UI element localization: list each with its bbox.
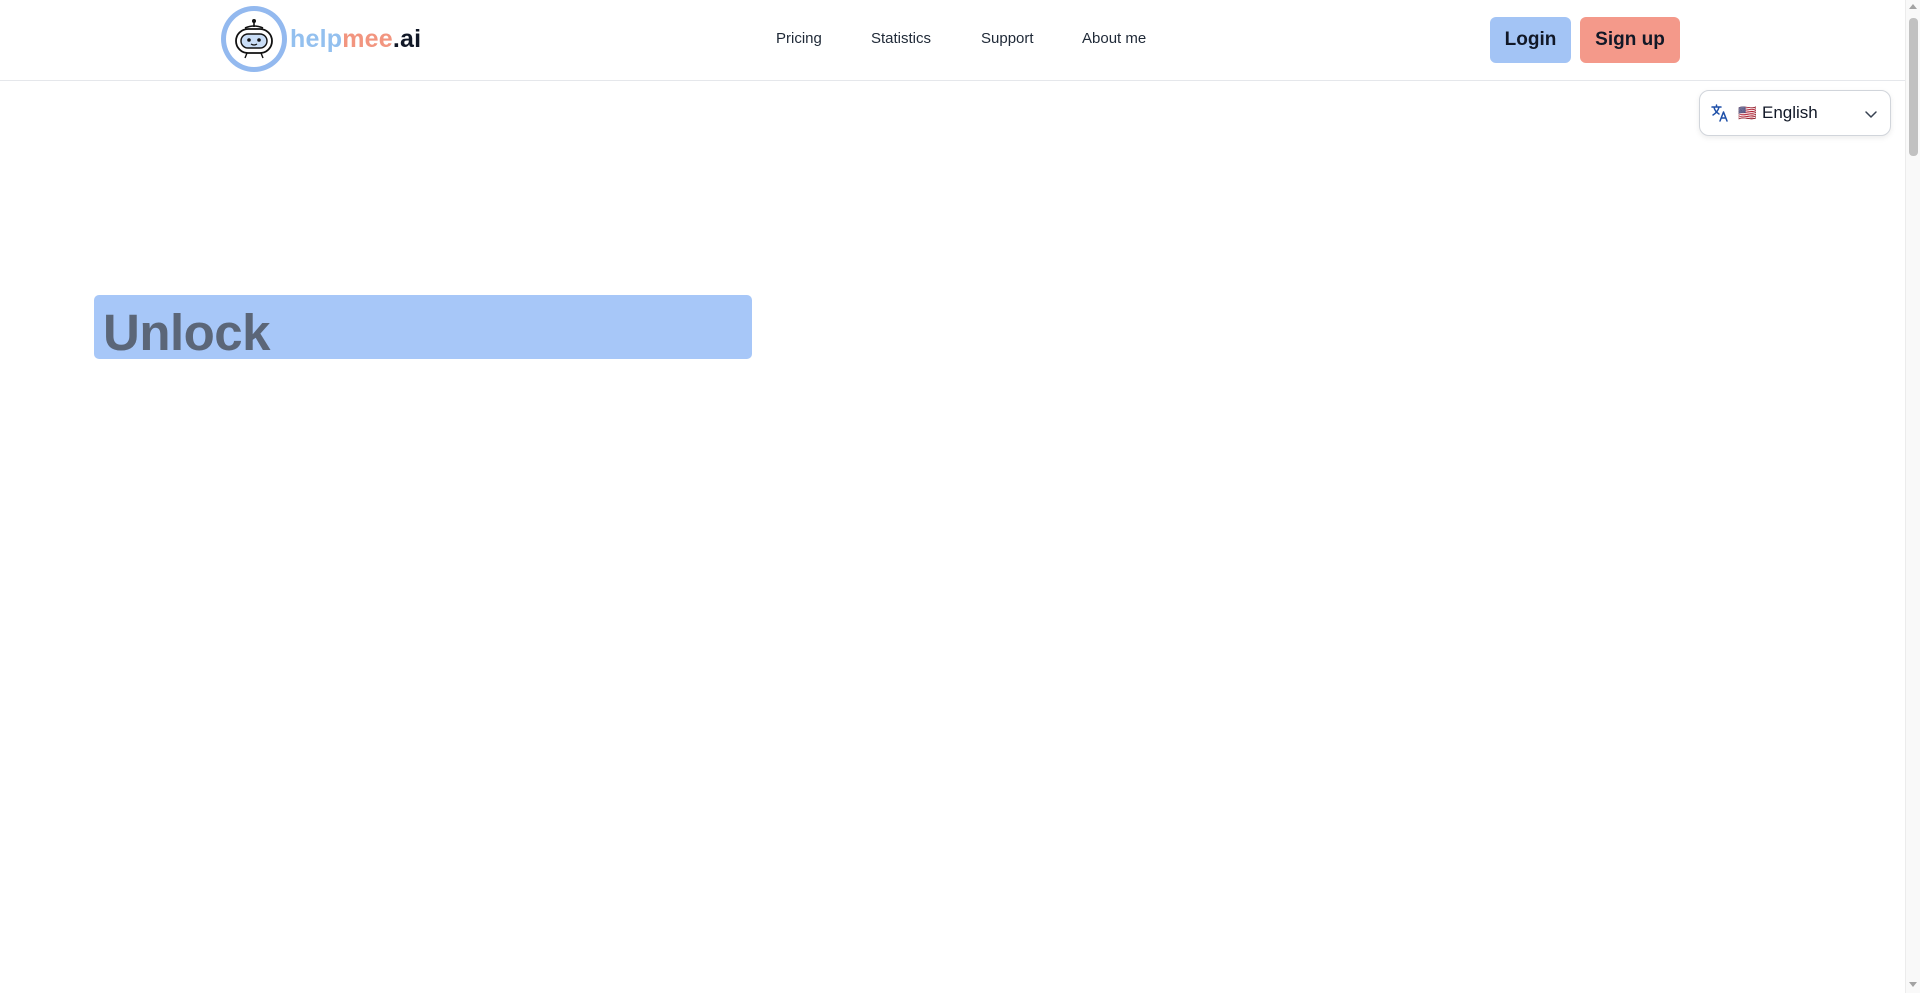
chevron-down-icon	[1865, 111, 1877, 118]
brand-name: helpmee.ai	[290, 25, 421, 54]
nav-link-support[interactable]: Support	[981, 30, 1034, 47]
page-scrollbar[interactable]	[1905, 0, 1920, 993]
page: helpmee.ai Pricing Statistics Support Ab…	[0, 0, 1920, 993]
brand-part-ai: .ai	[392, 24, 422, 53]
nav-link-statistics[interactable]: Statistics	[871, 30, 931, 47]
scroll-up-arrow-icon[interactable]	[1909, 4, 1917, 9]
nav-link-pricing[interactable]: Pricing	[776, 30, 822, 47]
brand-part-help: help	[290, 24, 343, 53]
language-selected-label: English	[1762, 103, 1818, 122]
brand-part-mee: mee	[342, 24, 393, 53]
translate-icon	[1711, 104, 1728, 122]
hero-highlight: Unlock	[94, 295, 752, 359]
login-button[interactable]: Login	[1490, 17, 1571, 63]
site-header: helpmee.ai Pricing Statistics Support Ab…	[0, 0, 1905, 81]
scroll-down-arrow-icon[interactable]	[1909, 982, 1917, 987]
nav-link-about-me[interactable]: About me	[1082, 30, 1146, 47]
hero-headline: Unlock	[103, 304, 271, 361]
signup-button[interactable]: Sign up	[1580, 17, 1680, 63]
language-selector[interactable]: 🇺🇸 English	[1699, 90, 1891, 136]
us-flag-icon: 🇺🇸	[1738, 105, 1757, 122]
home-logo-link[interactable]: helpmee.ai	[221, 6, 421, 72]
robot-face-icon	[221, 6, 287, 72]
scroll-thumb[interactable]	[1909, 18, 1918, 156]
